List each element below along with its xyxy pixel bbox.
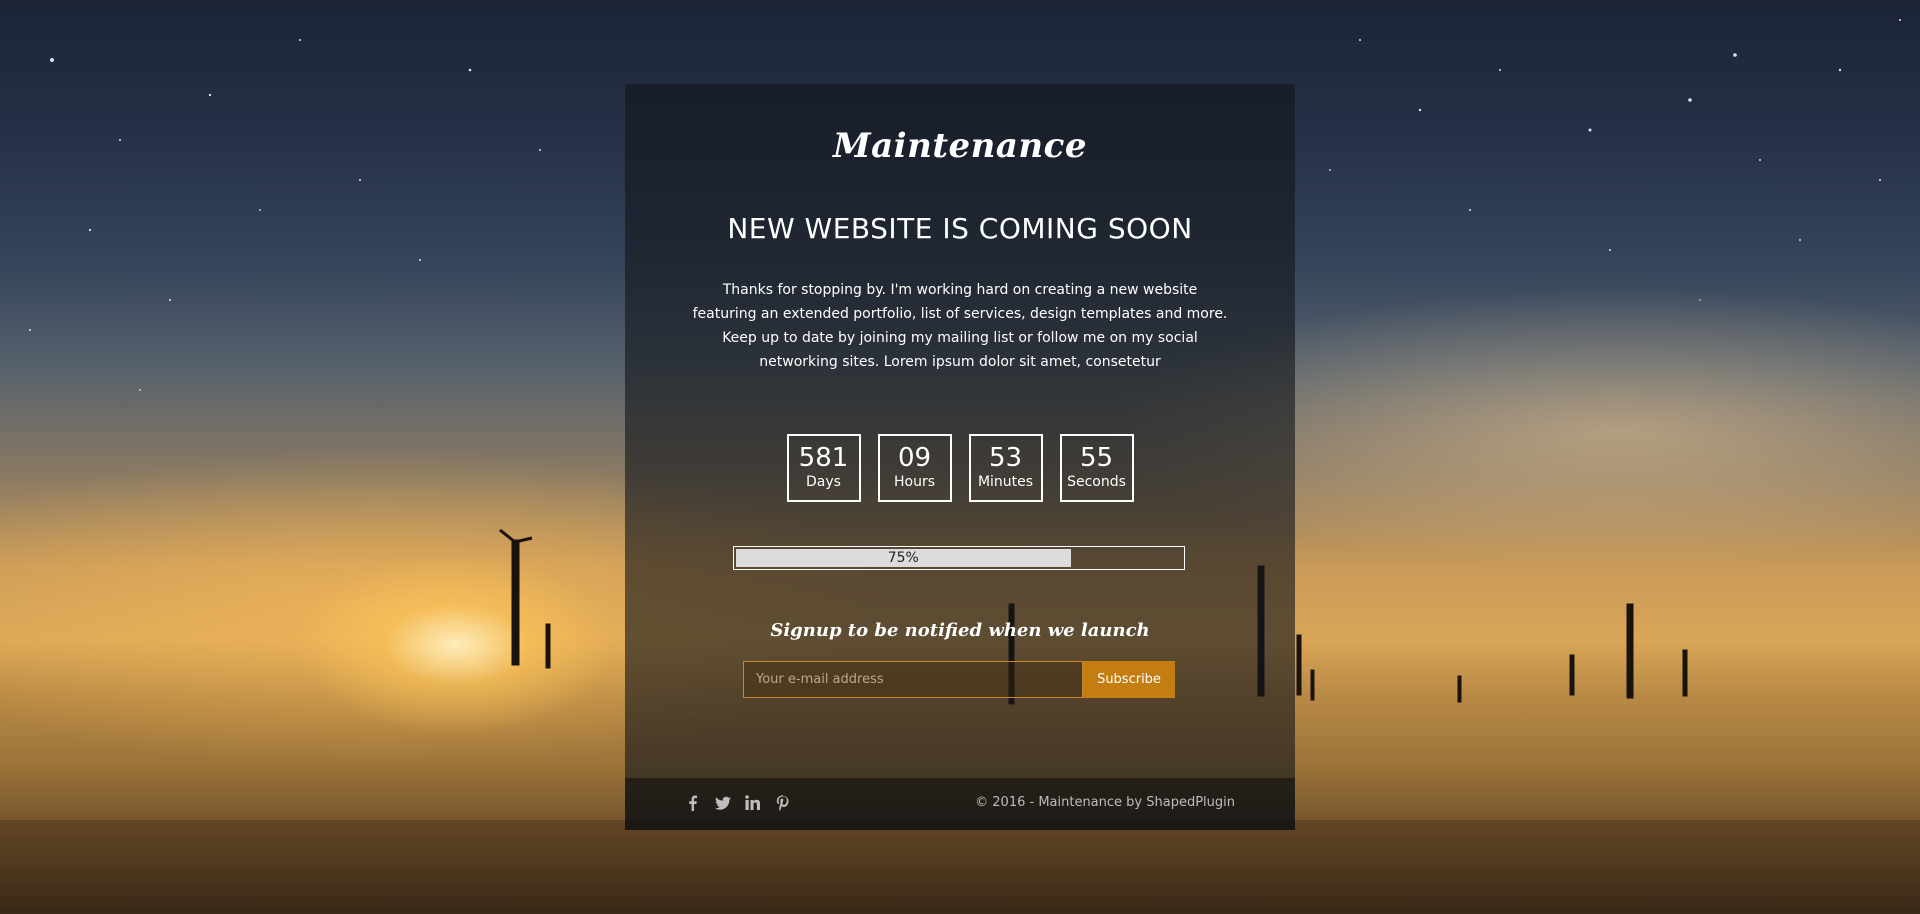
copyright-text: © 2016 - Maintenance by ShapedPlugin: [975, 795, 1235, 810]
countdown-days: 581 Days: [786, 434, 861, 502]
countdown-minutes-label: Minutes: [977, 474, 1034, 490]
panel-footer: © 2016 - Maintenance by ShapedPlugin: [625, 778, 1295, 830]
twitter-icon[interactable]: [714, 794, 732, 812]
progress-fill: 75%: [736, 549, 1071, 567]
intro-text: Thanks for stopping by. I'm working hard…: [692, 282, 1228, 370]
countdown-seconds-value: 55: [1079, 443, 1114, 473]
launch-progress-bar: 75%: [733, 546, 1185, 570]
countdown-timer: 581 Days 09 Hours 53 Minutes 55 Seconds: [625, 434, 1295, 502]
countdown-hours-value: 09: [897, 443, 932, 473]
countdown-hours: 09 Hours: [877, 434, 952, 502]
pinterest-icon[interactable]: [774, 794, 792, 812]
countdown-seconds-label: Seconds: [1067, 474, 1126, 490]
site-logo: Maintenance: [833, 126, 1087, 166]
countdown-minutes: 53 Minutes: [968, 434, 1043, 502]
social-links: [684, 794, 792, 812]
facebook-icon[interactable]: [684, 794, 702, 812]
linkedin-icon[interactable]: [744, 794, 762, 812]
email-input[interactable]: [743, 661, 1083, 698]
subscribe-form: Subscribe: [743, 661, 1175, 698]
page-headline: NEW WEBSITE IS COMING SOON: [727, 212, 1193, 245]
countdown-minutes-value: 53: [988, 443, 1023, 473]
countdown-hours-label: Hours: [893, 474, 935, 490]
signup-heading: Signup to be notified when we launch: [770, 620, 1150, 641]
countdown-days-value: 581: [798, 443, 849, 473]
subscribe-button[interactable]: Subscribe: [1083, 661, 1175, 698]
maintenance-panel: Maintenance NEW WEBSITE IS COMING SOON T…: [625, 84, 1295, 830]
countdown-days-label: Days: [806, 474, 841, 490]
countdown-seconds: 55 Seconds: [1059, 434, 1134, 502]
